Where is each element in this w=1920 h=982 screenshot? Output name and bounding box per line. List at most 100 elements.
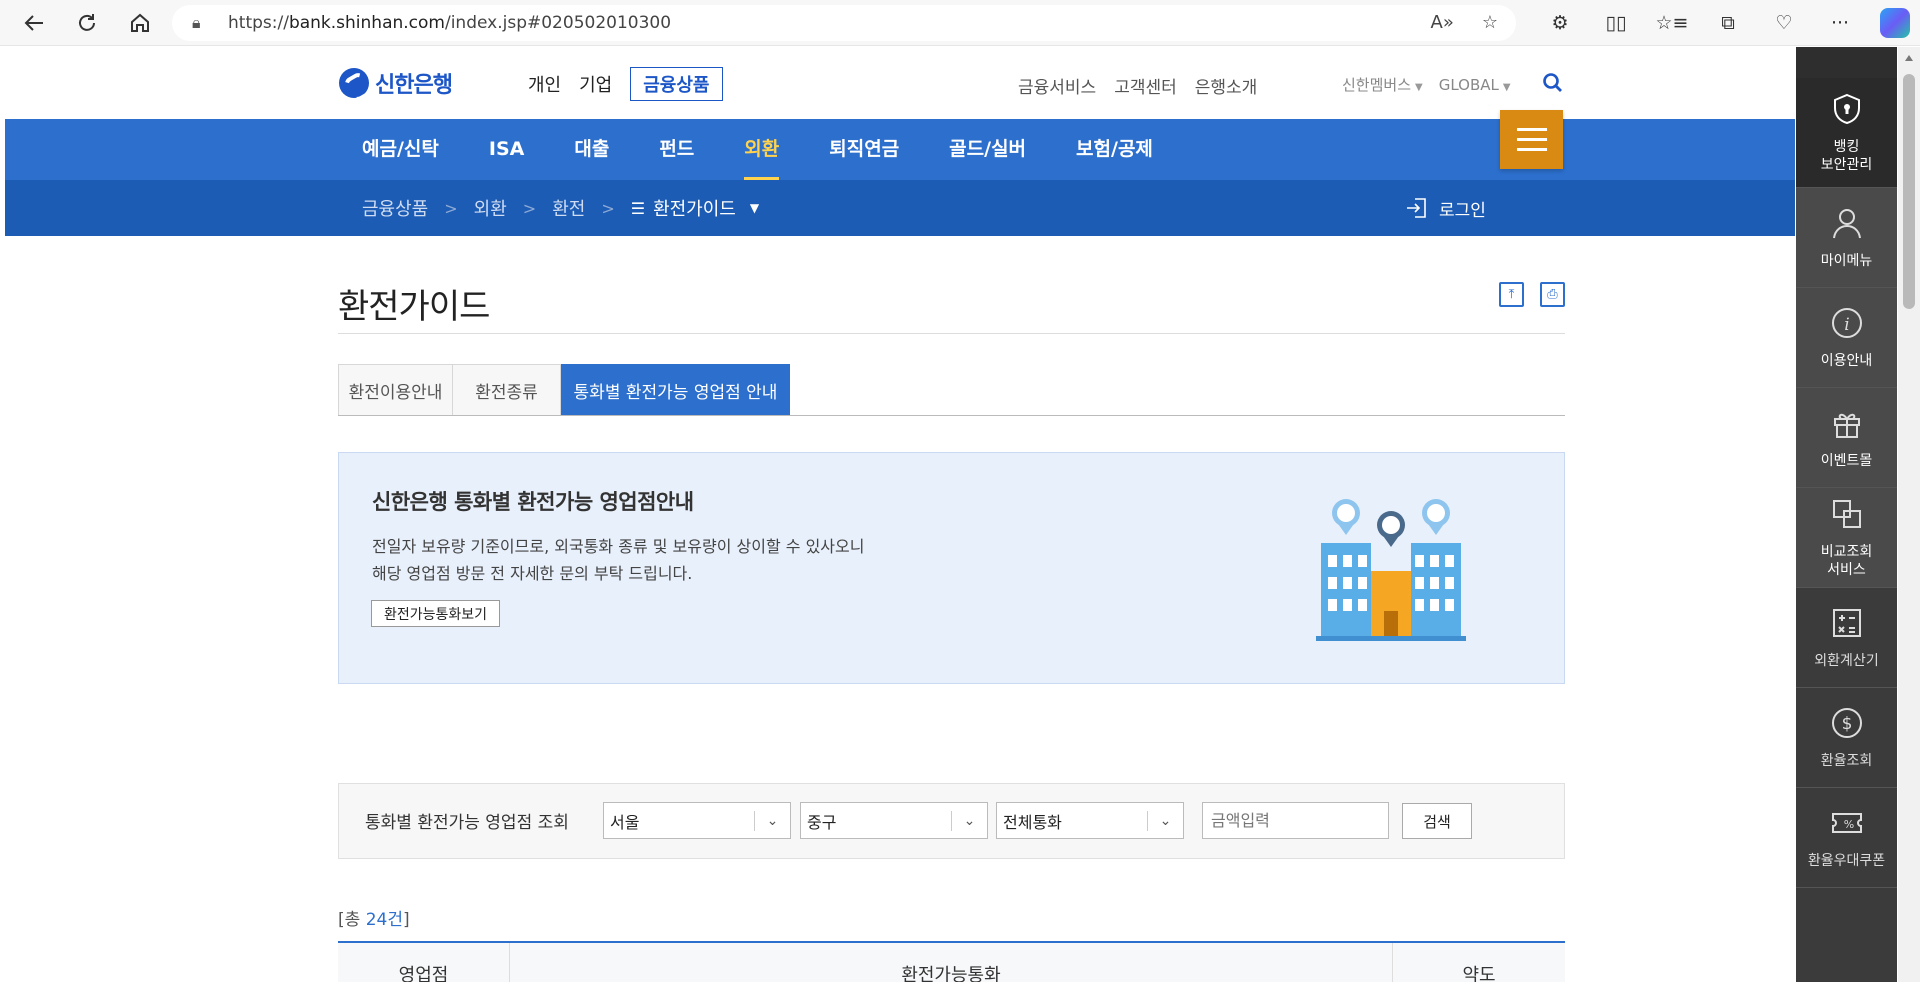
link-financial-services[interactable]: 금융서비스 — [1018, 73, 1096, 98]
chevron-down-icon: ⌄ — [951, 811, 987, 831]
list-icon: ☰ — [630, 198, 646, 218]
more-icon[interactable]: ··· — [1812, 12, 1868, 34]
dollar-coin-icon: $ — [1831, 707, 1862, 738]
tab-branch-by-currency[interactable]: 통화별 환전가능 영업점 안내 — [561, 364, 790, 415]
breadcrumb-current-dropdown[interactable]: ☰ 환전가이드 ▼ — [631, 195, 759, 221]
search-label: 통화별 환전가능 영업점 조회 — [365, 813, 569, 833]
district-select[interactable]: 중구 ⌄ — [800, 802, 988, 839]
menu-pension[interactable]: 퇴직연금 — [829, 119, 899, 180]
breadcrumb-item[interactable]: 환전 — [552, 195, 585, 221]
refresh-button[interactable] — [67, 3, 107, 43]
logo-text: 신한은행 — [375, 73, 453, 98]
total-count: 24건 — [365, 910, 403, 930]
menu-isa[interactable]: ISA — [489, 119, 524, 180]
quick-label: 외환계산기 — [1814, 652, 1879, 669]
quick-label: 서비스 — [1827, 561, 1866, 578]
member-links: 신한멤버스 ▼ GLOBAL ▼ — [1342, 74, 1511, 95]
bank-building-illustration-icon — [1316, 499, 1466, 641]
tab-financial-products[interactable]: 금융상품 — [630, 67, 723, 101]
quick-label: 환율우대쿠폰 — [1807, 852, 1886, 869]
lock-icon: 🔒︎ — [192, 12, 201, 32]
info-icon: i — [1831, 307, 1862, 338]
quick-label: 보안관리 — [1820, 156, 1873, 173]
currency-select[interactable]: 전체통화 ⌄ — [996, 802, 1184, 839]
info-banner: 신한은행 통화별 환전가능 영업점안내 전일자 보유량 기준이므로, 외국통화 … — [338, 452, 1565, 684]
menu-loan[interactable]: 대출 — [574, 119, 609, 180]
breadcrumb-item[interactable]: 외환 — [474, 195, 507, 221]
login-button[interactable]: 로그인 — [1405, 180, 1486, 236]
all-menu-button[interactable] — [1500, 110, 1563, 169]
column-header-currencies: 환전가능통화 — [510, 943, 1393, 982]
result-count: [총 24건] — [338, 905, 410, 930]
quick-label: 뱅킹 — [1833, 138, 1860, 155]
quick-event-mall[interactable]: 이벤트몰 — [1796, 388, 1897, 488]
chevron-down-icon: ⌄ — [754, 811, 790, 831]
total-suffix: ] — [402, 910, 410, 930]
quick-compare-service[interactable]: 비교조회 서비스 — [1796, 488, 1897, 588]
copilot-icon[interactable] — [1880, 7, 1910, 38]
quick-my-menu[interactable]: 마이메뉴 — [1796, 188, 1897, 288]
shinhan-members-dropdown[interactable]: 신한멤버스 ▼ — [1342, 74, 1423, 95]
url-prefix: https:// — [228, 12, 289, 33]
menu-forex[interactable]: 외환 — [744, 119, 779, 180]
menu-deposit[interactable]: 예금/신탁 — [362, 119, 439, 180]
favorite-star-icon[interactable]: ☆ — [1482, 12, 1498, 33]
column-header-map: 약도 — [1462, 964, 1496, 982]
segment-tabs: 개인 기업 금융상품 — [528, 67, 723, 101]
back-button[interactable] — [14, 3, 54, 43]
shinhan-logo[interactable]: 신한은행 — [339, 67, 453, 99]
menu-insurance[interactable]: 보험/공제 — [1076, 119, 1153, 180]
compare-icon — [1832, 499, 1861, 528]
link-bank-intro[interactable]: 은행소개 — [1195, 73, 1258, 98]
hamburger-icon — [1516, 128, 1547, 131]
quick-menu-top — [1796, 47, 1897, 78]
chevron-right-icon: > — [601, 198, 615, 218]
tab-personal[interactable]: 개인 — [528, 71, 561, 97]
svg-text:i: i — [1844, 315, 1849, 335]
global-dropdown[interactable]: GLOBAL ▼ — [1439, 76, 1511, 94]
caret-down-icon: ▼ — [1502, 81, 1511, 93]
tab-exchange-types[interactable]: 환전종류 — [453, 364, 561, 415]
home-icon — [131, 13, 149, 32]
print-icon[interactable]: ⎙ — [1540, 282, 1565, 307]
hamburger-line — [1516, 138, 1547, 141]
quick-fx-calculator[interactable]: 외환계산기 — [1796, 588, 1897, 688]
collections-icon[interactable]: ⧉ — [1700, 12, 1756, 34]
breadcrumb-item[interactable]: 금융상품 — [362, 195, 428, 221]
search-icon[interactable] — [1542, 72, 1564, 94]
amount-input[interactable] — [1202, 802, 1389, 839]
svg-text:$: $ — [1841, 714, 1852, 734]
page-scrollbar[interactable] — [1898, 47, 1920, 982]
favorites-icon[interactable]: ☆≡ — [1644, 12, 1700, 34]
menu-gold-silver[interactable]: 골드/실버 — [949, 119, 1026, 180]
quick-label: 비교조회 — [1820, 543, 1873, 560]
calculator-icon — [1832, 608, 1861, 637]
quick-banking-security[interactable]: 뱅킹 보안관리 — [1796, 78, 1897, 188]
scrollbar-thumb[interactable] — [1903, 74, 1915, 309]
quick-exchange-rate[interactable]: $ 환율조회 — [1796, 688, 1897, 788]
link-customer-center[interactable]: 고객센터 — [1114, 73, 1177, 98]
home-button[interactable] — [120, 3, 160, 43]
menu-fund[interactable]: 펀드 — [659, 119, 694, 180]
browser-essentials-icon[interactable]: ♡ — [1756, 12, 1812, 34]
view-currencies-button[interactable]: 환전가능통화보기 — [371, 600, 501, 627]
svg-text:%: % — [1843, 818, 1853, 831]
download-icon[interactable]: ⤒ — [1499, 282, 1524, 307]
back-arrow-icon — [24, 14, 43, 31]
content-tabs: 환전이용안내 환전종류 통화별 환전가능 영업점 안내 — [338, 364, 1565, 416]
tab-business[interactable]: 기업 — [579, 71, 612, 97]
extensions-icon[interactable]: ⚙ — [1532, 12, 1588, 34]
search-button[interactable]: 검색 — [1402, 803, 1472, 839]
quick-label: 이벤트몰 — [1820, 452, 1873, 469]
region-value: 서울 — [610, 812, 640, 832]
address-bar[interactable]: 🔒︎ https://bank.shinhan.com/index.jsp#02… — [172, 4, 1516, 41]
region-select[interactable]: 서울 ⌄ — [603, 802, 791, 839]
tab-exchange-guide[interactable]: 환전이용안내 — [338, 364, 453, 415]
results-table-header: 영업점 환전가능통화 약도 — [338, 941, 1565, 982]
read-aloud-icon[interactable]: A» — [1431, 12, 1454, 33]
scroll-up-icon[interactable] — [1905, 55, 1913, 61]
quick-fx-coupon[interactable]: % 환율우대쿠폰 — [1796, 788, 1897, 888]
split-screen-icon[interactable]: ▯▯ — [1588, 12, 1644, 34]
quick-usage-guide[interactable]: i 이용안내 — [1796, 288, 1897, 388]
chevron-down-icon: ⌄ — [1147, 811, 1183, 831]
